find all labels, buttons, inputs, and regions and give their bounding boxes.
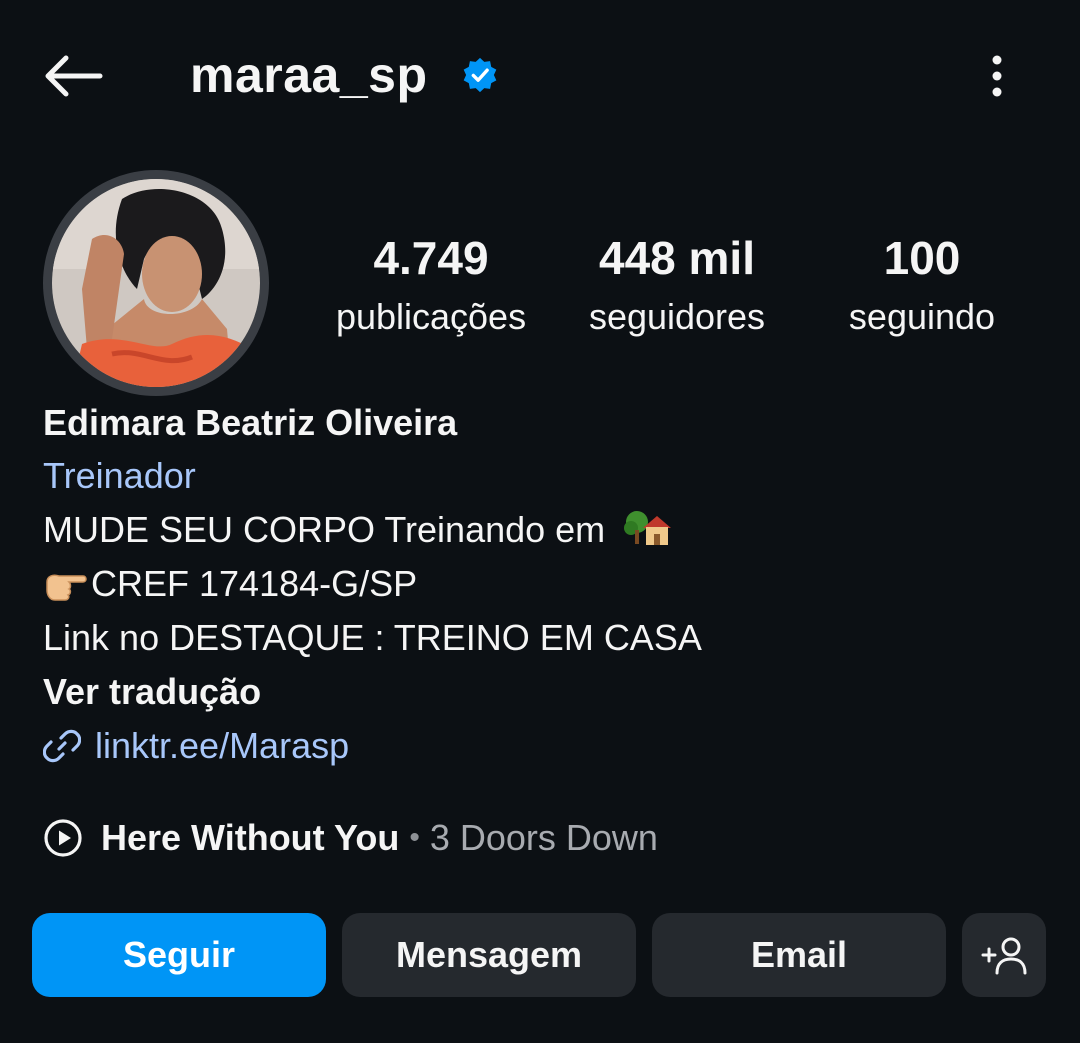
- stat-posts[interactable]: 4.749 publicações: [320, 228, 542, 342]
- arrow-left-icon: [45, 55, 103, 97]
- bio-line-2-text: CREF 174184-G/SP: [91, 563, 418, 604]
- avatar-photo: [52, 179, 260, 387]
- play-circle-icon: [44, 819, 82, 857]
- more-vertical-icon: [992, 55, 1002, 97]
- posts-count: 4.749: [373, 232, 489, 284]
- following-count: 100: [883, 232, 961, 284]
- bio-link-text: linktr.ee/Marasp: [95, 725, 350, 766]
- follow-button[interactable]: Seguir: [32, 913, 326, 997]
- music-separator: •: [409, 821, 420, 854]
- link-icon: [43, 729, 81, 763]
- posts-label: publicações: [335, 296, 527, 337]
- add-person-icon: [981, 937, 1027, 975]
- stat-followers[interactable]: 448 mil seguidores: [566, 228, 788, 342]
- tree-house-emoji: [624, 511, 672, 545]
- profile-music[interactable]: Here Without You • 3 Doors Down: [43, 812, 658, 864]
- bio-line-2: CREF 174184-G/SP: [43, 559, 417, 609]
- verified-badge-icon: [463, 57, 497, 93]
- followers-label: seguidores: [588, 296, 766, 337]
- song-artist: 3 Doors Down: [429, 817, 658, 858]
- bio-line-1-text: MUDE SEU CORPO Treinando em: [43, 509, 616, 550]
- bio-line-3: Link no DESTAQUE : TREINO EM CASA: [43, 617, 702, 658]
- stat-following[interactable]: 100 seguindo: [812, 228, 1032, 342]
- pointing-hand-emoji: [46, 574, 87, 601]
- following-label: seguindo: [848, 296, 996, 337]
- message-button[interactable]: Mensagem: [342, 913, 636, 997]
- profile-full-name: Edimara Beatriz Oliveira: [43, 402, 458, 443]
- more-options-button[interactable]: [974, 48, 1020, 104]
- profile-category: Treinador: [43, 455, 196, 496]
- song-title: Here Without You: [101, 817, 400, 858]
- bio-line-1: MUDE SEU CORPO Treinando em: [43, 505, 672, 555]
- see-translation-link[interactable]: Ver tradução: [43, 667, 261, 717]
- followers-count: 448 mil: [599, 232, 755, 284]
- suggested-users-button[interactable]: [962, 913, 1046, 997]
- profile-username: maraa_sp: [190, 47, 428, 103]
- profile-avatar[interactable]: [43, 170, 269, 396]
- email-button[interactable]: Email: [652, 913, 946, 997]
- bio-link[interactable]: linktr.ee/Marasp: [43, 721, 349, 771]
- back-button[interactable]: [40, 48, 106, 104]
